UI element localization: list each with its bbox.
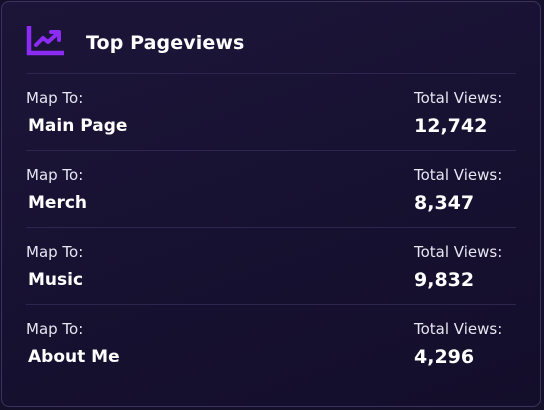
map-to-label: Map To: xyxy=(26,89,84,107)
top-pageviews-card: Top Pageviews Map To: Main Page Total Vi… xyxy=(1,1,541,407)
list-item: Map To: About Me Total Views: 4,296 xyxy=(26,304,516,381)
total-views-value: 4,296 xyxy=(414,346,475,368)
total-views-value: 9,832 xyxy=(414,269,475,291)
total-views-label: Total Views: xyxy=(414,89,503,107)
page-name: Merch xyxy=(28,193,88,213)
pageviews-list: Map To: Main Page Total Views: 12,742 Ma… xyxy=(26,73,516,381)
map-to-label: Map To: xyxy=(26,166,84,184)
total-views-label: Total Views: xyxy=(414,243,503,261)
list-item: Map To: Merch Total Views: 8,347 xyxy=(26,150,516,227)
page-name: Music xyxy=(28,270,84,290)
map-to-label: Map To: xyxy=(26,320,84,338)
card-title: Top Pageviews xyxy=(86,32,245,54)
total-views-label: Total Views: xyxy=(414,166,503,184)
card-header: Top Pageviews xyxy=(2,2,540,74)
page-name: Main Page xyxy=(28,116,128,136)
map-to-label: Map To: xyxy=(26,243,84,261)
trending-up-chart-icon xyxy=(26,25,65,56)
total-views-value: 12,742 xyxy=(414,115,488,137)
list-item: Map To: Music Total Views: 9,832 xyxy=(26,227,516,304)
total-views-label: Total Views: xyxy=(414,320,503,338)
list-item: Map To: Main Page Total Views: 12,742 xyxy=(26,73,516,150)
page-name: About Me xyxy=(28,347,120,367)
total-views-value: 8,347 xyxy=(414,192,475,214)
